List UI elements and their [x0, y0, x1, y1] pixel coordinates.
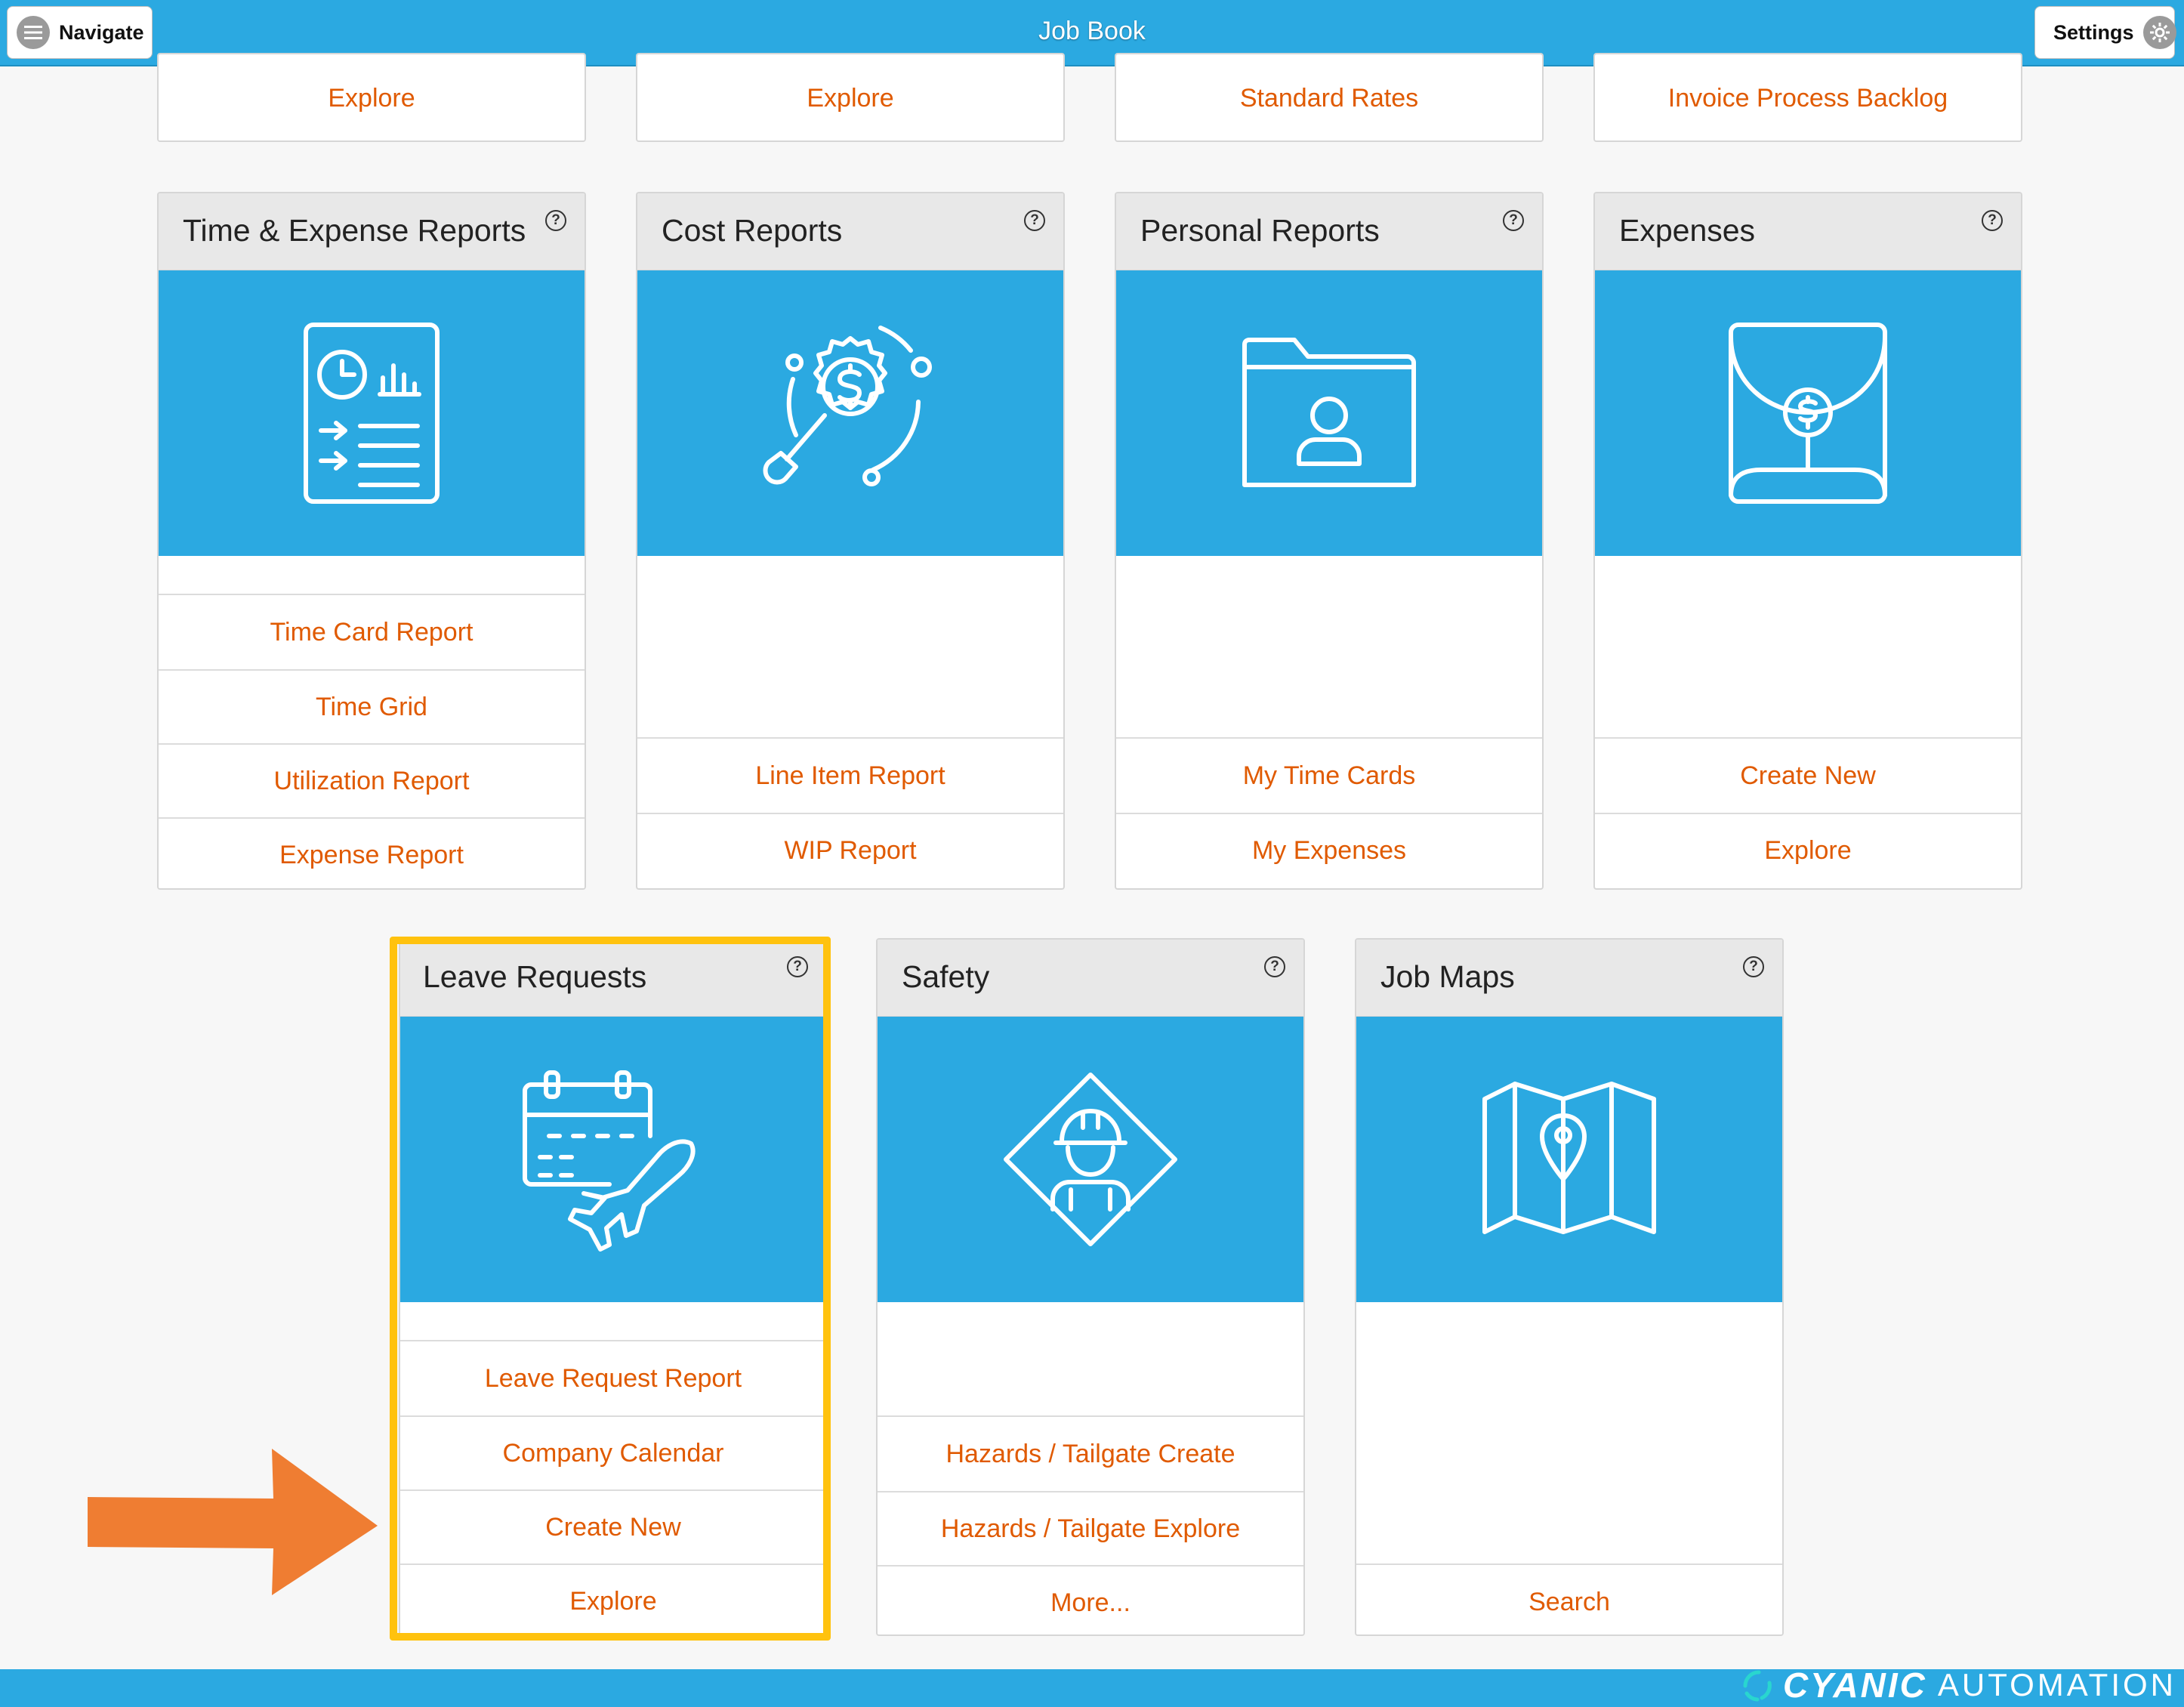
- card-banner[interactable]: [1116, 270, 1542, 556]
- personal-folder-icon: [1242, 338, 1416, 487]
- card-header: Safety ?: [878, 940, 1303, 1017]
- expense-report-link[interactable]: Expense Report: [159, 817, 585, 888]
- card-header: Job Maps ?: [1356, 940, 1782, 1017]
- my-time-cards-link[interactable]: My Time Cards: [1116, 739, 1542, 813]
- more-link[interactable]: More...: [878, 1565, 1303, 1634]
- line-item-report-link[interactable]: Line Item Report: [637, 739, 1063, 813]
- settings-label: Settings: [2053, 20, 2134, 44]
- create-new-expense-link[interactable]: Create New: [1595, 739, 2021, 813]
- card-title: Cost Reports: [662, 213, 843, 248]
- card-links: Search: [1356, 1563, 1782, 1634]
- card-safety: Safety ? Hazards / Tailgate Create Hazar…: [876, 938, 1305, 1636]
- card-title: Personal Reports: [1140, 213, 1380, 248]
- card-header: Personal Reports ?: [1116, 193, 1542, 270]
- map-pin-icon: [1482, 1082, 1656, 1234]
- card-time-expense-reports: Time & Expense Reports ? Time Card Repor…: [157, 192, 586, 890]
- card-header: Cost Reports ?: [637, 193, 1063, 270]
- card-title: Expenses: [1619, 213, 1756, 248]
- explore-expenses-link[interactable]: Explore: [1595, 813, 2021, 887]
- card-cost-reports: Cost Reports ? Line Item Report WIP Repo…: [636, 192, 1065, 890]
- explore-link[interactable]: Explore: [159, 54, 585, 140]
- help-icon[interactable]: ?: [1024, 210, 1045, 231]
- card-title: Time & Expense Reports: [183, 213, 526, 248]
- brand-strong-text: CYANIC: [1782, 1665, 1927, 1705]
- brand-logo: CYANIC AUTOMATION: [1738, 1665, 2176, 1705]
- card-header: Expenses ?: [1595, 193, 2021, 270]
- time-grid-link[interactable]: Time Grid: [159, 669, 585, 743]
- card-header: Time & Expense Reports ?: [159, 193, 585, 270]
- partial-card-2: Explore: [636, 53, 1065, 142]
- time-report-icon: [304, 323, 440, 504]
- invoice-process-backlog-link[interactable]: Invoice Process Backlog: [1595, 54, 2021, 140]
- my-expenses-link[interactable]: My Expenses: [1116, 813, 1542, 887]
- card-title: Safety: [902, 959, 990, 994]
- highlight-frame: [390, 937, 831, 1641]
- card-banner[interactable]: [637, 270, 1063, 556]
- card-links: Create New Explore: [1595, 737, 2021, 887]
- help-icon[interactable]: ?: [545, 210, 566, 231]
- hazards-tailgate-explore-link[interactable]: Hazards / Tailgate Explore: [878, 1491, 1303, 1565]
- card-title: Job Maps: [1380, 959, 1515, 994]
- gear-icon: [2142, 16, 2176, 49]
- expense-envelope-icon: [1729, 323, 1887, 504]
- partial-card-4: Invoice Process Backlog: [1593, 53, 2022, 142]
- card-links: Line Item Report WIP Report: [637, 737, 1063, 887]
- card-banner[interactable]: [878, 1017, 1303, 1302]
- card-expenses: Expenses ? Create New Explore: [1593, 192, 2022, 890]
- explore-link[interactable]: Explore: [637, 54, 1063, 140]
- help-icon[interactable]: ?: [1982, 210, 2003, 231]
- wip-report-link[interactable]: WIP Report: [637, 813, 1063, 887]
- brand-light-text: AUTOMATION: [1937, 1667, 2176, 1702]
- help-icon[interactable]: ?: [1743, 956, 1764, 977]
- card-links: My Time Cards My Expenses: [1116, 737, 1542, 887]
- page-title: Job Book: [1038, 17, 1146, 45]
- cost-analysis-icon: [763, 326, 932, 486]
- hazards-tailgate-create-link[interactable]: Hazards / Tailgate Create: [878, 1417, 1303, 1491]
- partial-card-3: Standard Rates: [1115, 53, 1544, 142]
- help-icon[interactable]: ?: [1503, 210, 1524, 231]
- time-card-report-link[interactable]: Time Card Report: [159, 595, 585, 669]
- brand-mark-icon: [1743, 1670, 1772, 1702]
- settings-button[interactable]: Settings: [2034, 6, 2176, 59]
- card-banner[interactable]: [1356, 1017, 1782, 1302]
- card-job-maps: Job Maps ? Search: [1355, 938, 1784, 1636]
- footer-bar: CYANIC AUTOMATION: [0, 1665, 2184, 1707]
- card-banner[interactable]: [159, 270, 585, 556]
- card-links: Time Card Report Time Grid Utilization R…: [159, 594, 585, 888]
- utilization-report-link[interactable]: Utilization Report: [159, 743, 585, 817]
- search-link[interactable]: Search: [1356, 1565, 1782, 1634]
- safety-worker-icon: [1004, 1073, 1177, 1246]
- standard-rates-link[interactable]: Standard Rates: [1116, 54, 1542, 140]
- card-links: Hazards / Tailgate Create Hazards / Tail…: [878, 1415, 1303, 1634]
- help-icon[interactable]: ?: [1264, 956, 1285, 977]
- card-banner[interactable]: [1595, 270, 2021, 556]
- card-personal-reports: Personal Reports ? My Time Cards My Expe…: [1115, 192, 1544, 890]
- partial-card-1: Explore: [157, 53, 586, 142]
- pointer-arrow-icon: [88, 1449, 378, 1595]
